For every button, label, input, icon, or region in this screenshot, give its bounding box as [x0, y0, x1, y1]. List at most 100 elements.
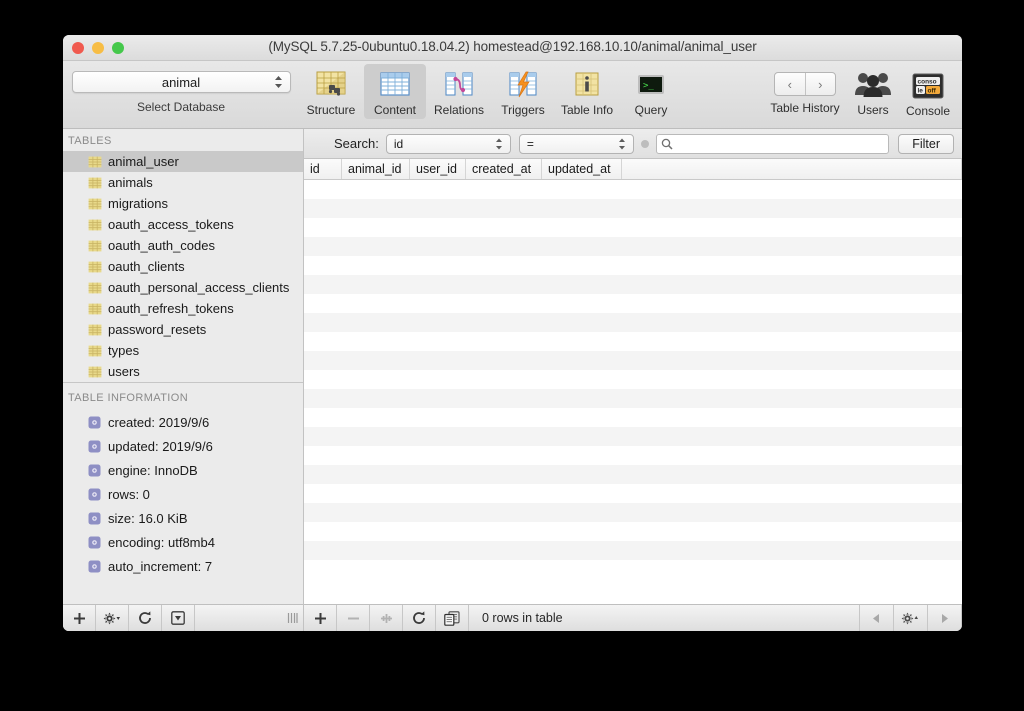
- info-bullet-icon: [88, 512, 101, 525]
- table-info-icon: [556, 68, 618, 102]
- grid-row[interactable]: [304, 332, 962, 351]
- toolbar-button-query[interactable]: >_ Query: [620, 64, 682, 117]
- filter-tables-button[interactable]: [162, 605, 195, 631]
- toolbar-label-content: Content: [373, 103, 417, 117]
- table-actions-button[interactable]: [96, 605, 129, 631]
- grid-row[interactable]: [304, 427, 962, 446]
- toolbar-button-triggers[interactable]: Triggers: [492, 64, 554, 117]
- tables-list[interactable]: animal_user animals migrations oauth_acc…: [63, 151, 303, 383]
- grid-row[interactable]: [304, 465, 962, 484]
- table-list-item-label: oauth_refresh_tokens: [108, 301, 234, 316]
- grid-row[interactable]: [304, 389, 962, 408]
- table-icon: [88, 261, 102, 273]
- table-information-item: encoding: utf8mb4: [63, 530, 303, 554]
- table-information-item: engine: InnoDB: [63, 458, 303, 482]
- grid-row[interactable]: [304, 408, 962, 427]
- add-row-button[interactable]: [304, 605, 337, 631]
- table-icon: [88, 219, 102, 231]
- filter-button[interactable]: Filter: [898, 133, 954, 154]
- toolbar-label-table-info: Table Info: [560, 103, 614, 117]
- refresh-tables-button[interactable]: [129, 605, 162, 631]
- table-history-forward-button[interactable]: ›: [804, 73, 836, 95]
- table-icon: [88, 177, 102, 189]
- search-input[interactable]: [655, 133, 890, 154]
- search-operator-select[interactable]: =: [518, 133, 634, 154]
- duplicate-row-button[interactable]: [370, 605, 403, 631]
- chevron-updown-icon: [618, 137, 626, 150]
- grid-row[interactable]: [304, 484, 962, 503]
- grid-column-header-cell[interactable]: updated_at: [542, 159, 622, 179]
- table-list-item[interactable]: oauth_access_tokens: [63, 214, 303, 235]
- table-list-item[interactable]: animal_user: [63, 151, 303, 172]
- grid-column-header-cell[interactable]: id: [304, 159, 342, 179]
- grid-row[interactable]: [304, 541, 962, 560]
- table-list-item[interactable]: animals: [63, 172, 303, 193]
- grid-row[interactable]: [304, 446, 962, 465]
- toolbar-button-users[interactable]: Users: [847, 64, 899, 117]
- toolbar-button-content[interactable]: Content: [364, 64, 426, 119]
- refresh-rows-button[interactable]: [403, 605, 436, 631]
- table-list-item[interactable]: types: [63, 340, 303, 361]
- add-condition-button[interactable]: [640, 139, 649, 148]
- search-label: Search:: [334, 136, 379, 151]
- table-information-header: TABLE INFORMATION: [68, 392, 189, 404]
- previous-page-button[interactable]: [860, 605, 894, 631]
- table-information-item-label: engine: InnoDB: [108, 462, 198, 478]
- toolbar-label-users: Users: [857, 103, 889, 117]
- copy-rows-button[interactable]: [436, 605, 469, 631]
- grid-row[interactable]: [304, 256, 962, 275]
- add-table-button[interactable]: [63, 605, 96, 631]
- toolbar-label-triggers: Triggers: [501, 103, 545, 117]
- table-information-list: created: 2019/9/6 updated: 2019/9/6 engi…: [63, 408, 303, 604]
- grid-row[interactable]: [304, 560, 962, 579]
- next-page-button[interactable]: [928, 605, 962, 631]
- grid-row[interactable]: [304, 370, 962, 389]
- grid-column-header-cell[interactable]: user_id: [410, 159, 466, 179]
- database-select[interactable]: animal: [71, 71, 291, 93]
- table-list-item[interactable]: oauth_personal_access_clients: [63, 277, 303, 298]
- grid-row[interactable]: [304, 199, 962, 218]
- select-database-label: Select Database: [136, 100, 226, 114]
- table-history-buttons[interactable]: ‹ ›: [774, 72, 836, 96]
- table-list-item[interactable]: oauth_refresh_tokens: [63, 298, 303, 319]
- toolbar-button-relations[interactable]: Relations: [428, 64, 490, 117]
- toolbar-button-table-info[interactable]: Table Info: [556, 64, 618, 117]
- table-icon: [88, 240, 102, 252]
- chevron-updown-icon: [495, 137, 503, 150]
- grid-row[interactable]: [304, 180, 962, 199]
- grid-column-header-cell[interactable]: animal_id: [342, 159, 410, 179]
- grid-column-header-cell[interactable]: created_at: [466, 159, 542, 179]
- table-history-back-button[interactable]: ‹: [775, 73, 805, 95]
- table-icon: [88, 156, 102, 168]
- table-information-item-label: encoding: utf8mb4: [108, 534, 215, 550]
- table-list-item[interactable]: users: [63, 361, 303, 382]
- sidebar-resize-handle[interactable]: [195, 605, 303, 631]
- grid-row[interactable]: [304, 503, 962, 522]
- grid-row[interactable]: [304, 313, 962, 332]
- stepper-icon: [274, 75, 283, 89]
- data-grid[interactable]: [304, 180, 962, 604]
- grid-row[interactable]: [304, 237, 962, 256]
- search-operator-value: =: [526, 136, 534, 151]
- table-list-item[interactable]: migrations: [63, 193, 303, 214]
- search-field-select[interactable]: id: [385, 133, 511, 154]
- toolbar-label-console: Console: [905, 104, 951, 118]
- table-list-item[interactable]: oauth_auth_codes: [63, 235, 303, 256]
- grid-row[interactable]: [304, 294, 962, 313]
- table-icon: [88, 303, 102, 315]
- remove-row-button[interactable]: [337, 605, 370, 631]
- table-list-item[interactable]: password_resets: [63, 319, 303, 340]
- toolbar-button-structure[interactable]: Structure: [300, 64, 362, 117]
- info-bullet-icon: [88, 560, 101, 573]
- table-icon: [88, 345, 102, 357]
- grid-row[interactable]: [304, 522, 962, 541]
- grid-column-header[interactable]: id animal_id user_id created_at updated_at: [304, 159, 962, 180]
- grid-row[interactable]: [304, 351, 962, 370]
- table-list-item[interactable]: oauth_clients: [63, 256, 303, 277]
- table-information-item: size: 16.0 KiB: [63, 506, 303, 530]
- grid-row[interactable]: [304, 218, 962, 237]
- query-icon: >_: [620, 68, 682, 102]
- toolbar-button-console[interactable]: conso le off Console: [901, 64, 955, 118]
- page-options-button[interactable]: [894, 605, 928, 631]
- grid-row[interactable]: [304, 275, 962, 294]
